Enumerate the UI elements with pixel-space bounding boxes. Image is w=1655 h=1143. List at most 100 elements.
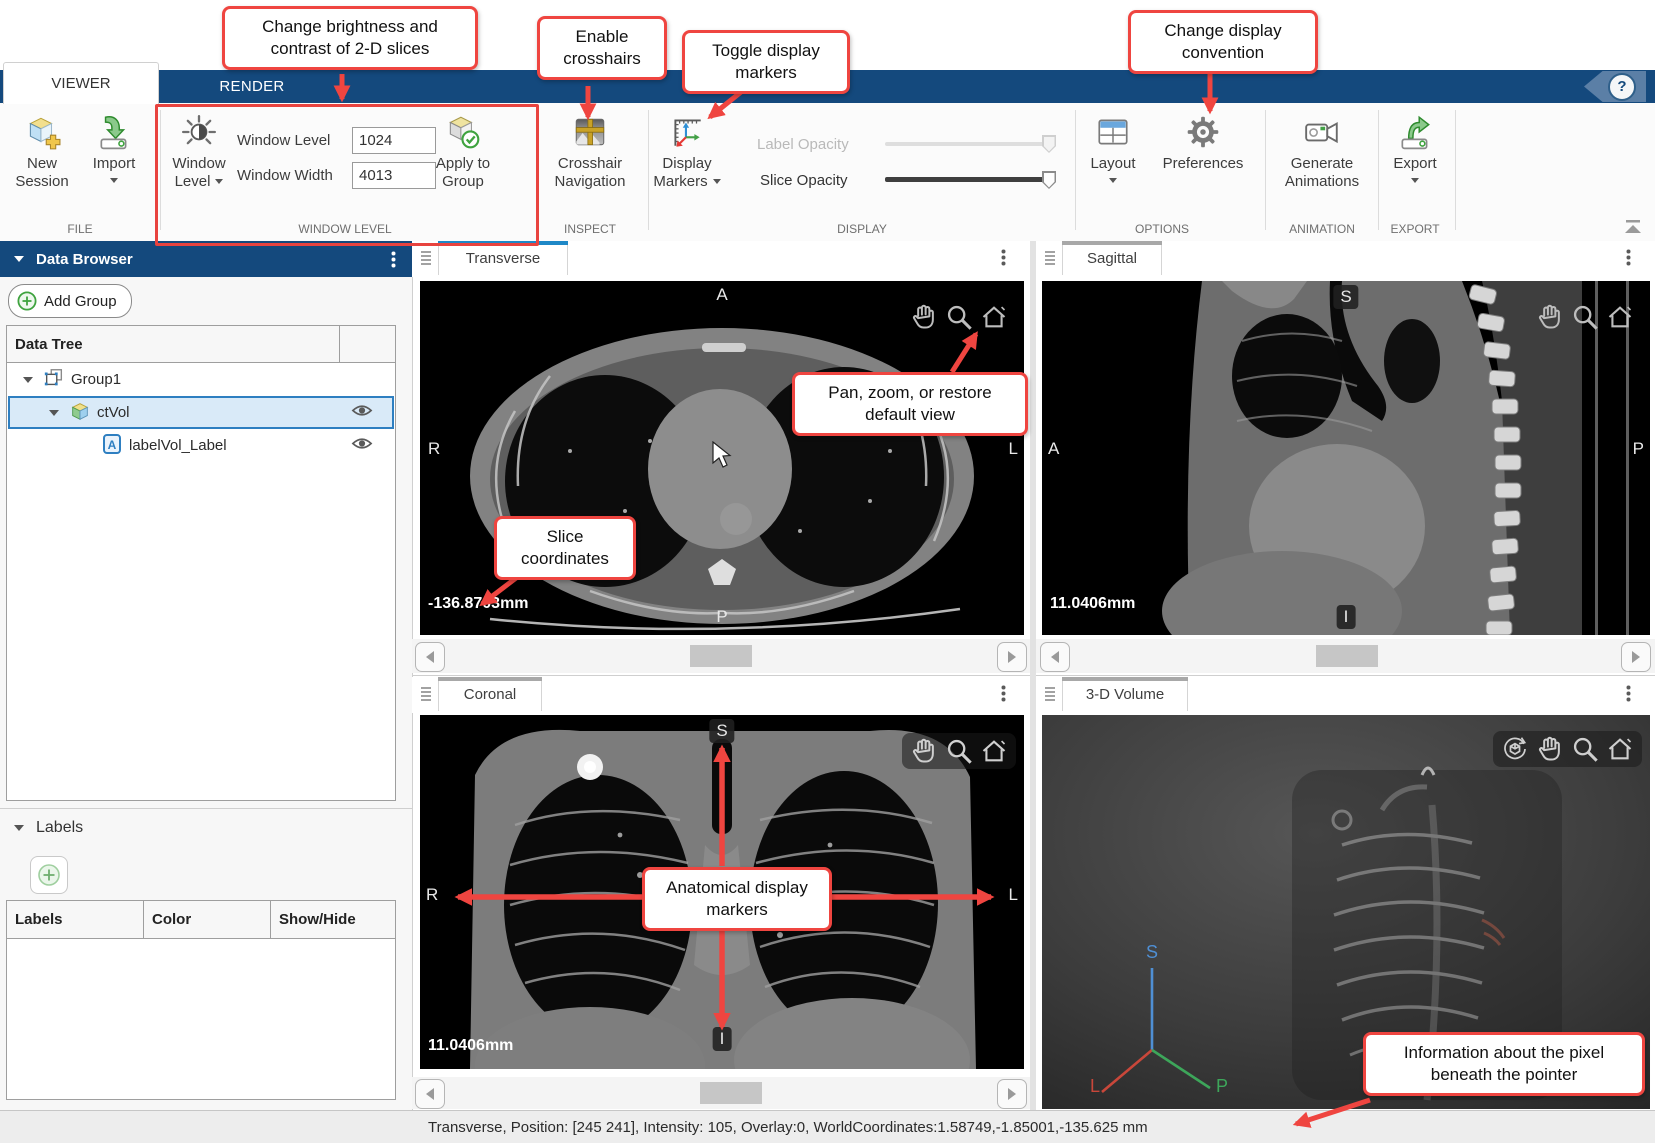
apply-to-group-label: Apply to Group <box>428 155 498 192</box>
pan-hand-icon[interactable] <box>1536 735 1564 763</box>
zoom-magnifier-icon[interactable] <box>945 737 973 765</box>
display-markers-button[interactable]: Display Markers <box>650 112 724 192</box>
visibility-eye-icon[interactable] <box>351 436 373 455</box>
scroll-right-button[interactable] <box>1621 642 1651 672</box>
group-icon <box>43 367 65 393</box>
scroll-right-button[interactable] <box>997 1079 1027 1109</box>
labels-section-header[interactable]: Labels <box>0 819 83 837</box>
window-level-input[interactable] <box>352 127 436 154</box>
viewport-row-divider <box>1036 675 1655 676</box>
pan-hand-icon[interactable] <box>910 303 938 331</box>
labels-column-header: Labels <box>7 901 144 938</box>
transverse-slice-scrollbar[interactable] <box>412 639 1030 673</box>
layout-icon <box>1093 112 1133 152</box>
add-group-button[interactable]: Add Group <box>8 284 132 318</box>
slice-opacity-slider[interactable] <box>885 177 1053 182</box>
dropdown-caret-icon <box>1109 178 1117 183</box>
volume3d-header: 3-D Volume <box>1036 677 1655 713</box>
scrollbar-thumb[interactable] <box>700 1082 762 1104</box>
generate-animations-button[interactable]: Generate Animations <box>1276 112 1368 192</box>
coronal-slice-scrollbar[interactable] <box>412 1077 1030 1109</box>
visibility-eye-icon[interactable] <box>351 403 373 422</box>
home-restore-view-icon[interactable] <box>1606 735 1634 763</box>
transverse-viewport[interactable]: A R L P -136.8703mm <box>420 281 1024 635</box>
section-divider <box>1265 110 1266 230</box>
zoom-magnifier-icon[interactable] <box>1571 303 1599 331</box>
display-markers-label: Display Markers <box>650 155 724 192</box>
tree-row-group[interactable]: Group1 <box>7 363 395 396</box>
collapse-ribbon-button[interactable] <box>1622 218 1644 241</box>
tab-render[interactable]: RENDER <box>197 70 307 103</box>
layout-button[interactable]: Layout <box>1082 112 1144 183</box>
home-restore-view-icon[interactable] <box>1606 303 1634 331</box>
marker-inferior: I <box>1337 605 1356 629</box>
drag-handle-icon[interactable] <box>418 685 434 708</box>
section-label-display: DISPLAY <box>837 222 887 236</box>
apply-to-group-icon <box>443 112 483 152</box>
label-tag-icon: A <box>101 433 123 459</box>
volume3d-tab[interactable]: 3-D Volume <box>1062 677 1188 711</box>
window-width-input[interactable] <box>352 162 436 189</box>
new-session-button[interactable]: New Session <box>8 112 76 192</box>
viewport-menu-icon[interactable] <box>1626 249 1631 271</box>
add-label-button[interactable] <box>30 856 68 894</box>
pan-hand-icon[interactable] <box>1536 303 1564 331</box>
export-button[interactable]: Export <box>1386 112 1444 183</box>
home-restore-view-icon[interactable] <box>980 737 1008 765</box>
scrollbar-thumb[interactable] <box>690 645 752 667</box>
apply-to-group-button[interactable]: Apply to Group <box>428 112 498 192</box>
viewport-menu-icon[interactable] <box>1626 685 1631 707</box>
panel-menu-icon[interactable] <box>391 251 396 272</box>
label-opacity-slider[interactable] <box>885 142 1053 146</box>
section-divider <box>1075 110 1076 230</box>
tree-row-label[interactable]: A labelVol_Label <box>7 429 395 462</box>
pan-hand-icon[interactable] <box>910 737 938 765</box>
home-restore-view-icon[interactable] <box>980 303 1008 331</box>
show-hide-column-header: Show/Hide <box>271 901 395 938</box>
view-tools <box>1528 299 1642 335</box>
import-icon <box>94 112 134 152</box>
sagittal-viewport[interactable]: S A P I 11.0406mm <box>1042 281 1650 635</box>
section-divider <box>1455 110 1456 230</box>
zoom-magnifier-icon[interactable] <box>1571 735 1599 763</box>
scroll-right-button[interactable] <box>997 642 1027 672</box>
scroll-left-button[interactable] <box>415 1079 445 1109</box>
sagittal-tab[interactable]: Sagittal <box>1062 241 1162 275</box>
section-label-inspect: INSPECT <box>564 222 616 236</box>
marker-right: R <box>426 885 438 905</box>
callout-panzoom: Pan, zoom, or restore default view <box>792 372 1028 436</box>
viewport-menu-icon[interactable] <box>1001 249 1006 271</box>
preferences-button[interactable]: Preferences <box>1156 112 1250 173</box>
tree-row-volume[interactable]: ctVol <box>7 396 395 429</box>
labels-section-title: Labels <box>36 819 83 837</box>
drag-handle-icon[interactable] <box>1042 249 1058 272</box>
sagittal-slice-scrollbar[interactable] <box>1036 639 1655 673</box>
layout-label: Layout <box>1090 155 1135 173</box>
data-browser-header[interactable]: Data Browser <box>0 241 412 277</box>
export-label: Export <box>1393 155 1436 173</box>
tab-viewer[interactable]: VIEWER <box>3 62 159 104</box>
window-width-field-label: Window Width <box>237 167 333 184</box>
scrollbar-thumb[interactable] <box>1316 645 1378 667</box>
window-level-field-label: Window Level <box>237 132 330 149</box>
crosshair-navigation-icon <box>570 112 610 152</box>
window-level-button[interactable]: Window Level <box>163 112 235 192</box>
export-icon <box>1395 112 1435 152</box>
inactive-tab-accent <box>438 677 542 681</box>
import-button[interactable]: Import <box>82 112 146 183</box>
tree-expand-caret-icon[interactable] <box>23 377 33 383</box>
zoom-magnifier-icon[interactable] <box>945 303 973 331</box>
drag-handle-icon[interactable] <box>418 249 434 272</box>
transverse-tab[interactable]: Transverse <box>438 241 568 275</box>
view-tools <box>902 733 1016 769</box>
tree-expand-caret-icon[interactable] <box>49 410 59 416</box>
dropdown-caret-icon <box>110 178 118 183</box>
crosshair-navigation-button[interactable]: Crosshair Navigation <box>544 112 636 192</box>
viewport-menu-icon[interactable] <box>1001 685 1006 707</box>
scroll-left-button[interactable] <box>1040 642 1070 672</box>
coronal-tab[interactable]: Coronal <box>438 677 542 711</box>
rotate-3d-icon[interactable] <box>1501 735 1529 763</box>
scroll-left-button[interactable] <box>415 642 445 672</box>
drag-handle-icon[interactable] <box>1042 685 1058 708</box>
section-label-animation: ANIMATION <box>1289 222 1355 236</box>
